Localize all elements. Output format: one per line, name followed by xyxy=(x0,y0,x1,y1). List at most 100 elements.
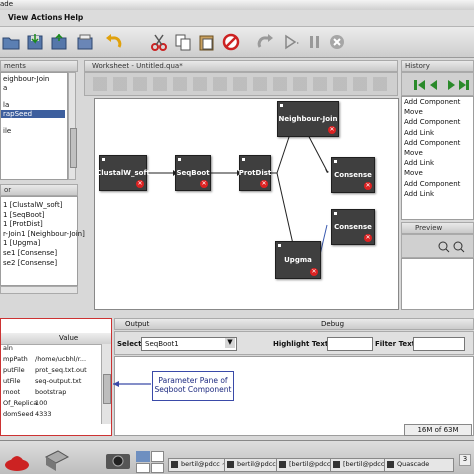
params-row[interactable]: aln xyxy=(1,344,101,353)
node-remove-icon[interactable]: ✕ xyxy=(364,182,372,190)
open-button[interactable] xyxy=(0,31,22,53)
worksheet-tool-icons[interactable] xyxy=(93,77,393,91)
worksheet-canvas[interactable]: ClustalW_soft ✕ SeqBoot ✕ ProtDist ✕ Nei… xyxy=(94,98,399,310)
param-value[interactable]: bootstrap xyxy=(35,388,66,396)
param-value[interactable]: /home/ucbhl/r... xyxy=(35,355,86,363)
editor-component-list[interactable]: 1 [ClustalW_soft] 1 [SeqBoot] 1 [ProtDist]… xyxy=(0,196,85,286)
node-seqboot[interactable]: SeqBoot ✕ xyxy=(175,155,211,191)
param-value[interactable]: prot_seq.txt.out xyxy=(35,366,87,374)
node-remove-icon[interactable]: ✕ xyxy=(364,234,372,242)
highlight-text-input[interactable] xyxy=(327,337,373,351)
component-item[interactable]: ile xyxy=(3,127,11,135)
node-consense-2[interactable]: Consense ✕ xyxy=(331,209,375,245)
node-remove-icon[interactable]: ✕ xyxy=(328,126,336,134)
save-all-icon xyxy=(77,34,93,50)
history-list[interactable]: Add Component Move Add Component Add Link Ad… xyxy=(401,96,474,220)
pause-button[interactable] xyxy=(304,31,326,53)
history-item[interactable]: Add Component xyxy=(404,98,460,106)
params-row[interactable]: putFile prot_seq.txt.out xyxy=(1,366,101,375)
node-clustalw[interactable]: ClustalW_soft ✕ xyxy=(96,155,150,191)
component-item[interactable]: a xyxy=(3,84,7,92)
parameter-pane: Value aln mpPath/home/ucbhl/r... putFile pr… xyxy=(0,318,112,436)
redhat-icon[interactable] xyxy=(4,447,30,473)
node-neighbour-join[interactable]: Neighbour-Join ✕ xyxy=(277,101,339,137)
params-row[interactable]: utFile seq-output.txt xyxy=(1,377,101,386)
menu-actions[interactable]: Actions xyxy=(31,13,62,22)
node-remove-icon[interactable]: ✕ xyxy=(200,180,208,188)
components-scrollbar[interactable] xyxy=(68,72,77,180)
editor-item[interactable]: se2 [Consense] xyxy=(3,259,57,267)
camera-icon[interactable] xyxy=(104,449,132,471)
export-button[interactable] xyxy=(48,31,70,53)
workspace-counter[interactable]: 3 xyxy=(459,454,471,466)
copy-button[interactable] xyxy=(172,31,194,53)
editor-item[interactable]: r-Join1 [Neighbour-Join] xyxy=(3,230,85,238)
component-item[interactable]: la xyxy=(3,101,9,109)
save-button[interactable] xyxy=(24,31,46,53)
node-label: ProtDist xyxy=(238,169,272,177)
param-value[interactable]: seq-output.txt xyxy=(35,377,81,385)
param-value[interactable]: 4333 xyxy=(35,410,52,418)
undo-button[interactable] xyxy=(103,31,125,53)
editor-item[interactable]: se1 [Consense] xyxy=(3,249,57,257)
zoom-icons[interactable] xyxy=(438,241,472,253)
params-row[interactable]: mpPath/home/ucbhl/r... xyxy=(1,355,101,364)
tab-debug[interactable]: Debug xyxy=(321,320,344,328)
workspace-switcher[interactable] xyxy=(136,451,164,473)
node-port xyxy=(242,158,245,161)
history-header: History xyxy=(401,60,474,72)
cut-button[interactable] xyxy=(148,31,170,53)
taskbar-window-button[interactable]: Quascade xyxy=(384,458,454,472)
tab-output[interactable]: Output xyxy=(125,320,149,328)
node-protdist[interactable]: ProtDist ✕ xyxy=(239,155,271,191)
history-item[interactable]: Add Link xyxy=(404,159,434,167)
history-item[interactable]: Add Component xyxy=(404,139,460,147)
save-icon xyxy=(27,34,43,50)
paste-button[interactable] xyxy=(196,31,218,53)
run-button[interactable] xyxy=(280,31,302,53)
history-item[interactable]: Move xyxy=(404,169,423,177)
stop-button[interactable] xyxy=(220,31,242,53)
history-nav-icons[interactable] xyxy=(414,79,470,91)
editor-hscrollbar[interactable] xyxy=(0,286,78,294)
node-consense-1[interactable]: Consense ✕ xyxy=(331,157,375,193)
worksheet-title: Worksheet - Untitled.qua* xyxy=(92,62,183,70)
redo-button[interactable] xyxy=(254,31,276,53)
editor-item[interactable]: 1 [ClustalW_soft] xyxy=(3,201,62,209)
params-row[interactable]: Of_Replica 100 xyxy=(1,399,101,408)
scrollbar-thumb[interactable] xyxy=(103,374,111,404)
worksheet-toolbar xyxy=(84,72,398,96)
filter-text-input[interactable] xyxy=(413,337,465,351)
history-item[interactable]: Add Component xyxy=(404,180,460,188)
editor-item[interactable]: 1 [ProtDist] xyxy=(3,220,43,228)
cut-icon xyxy=(151,34,167,51)
history-item[interactable]: Add Link xyxy=(404,129,434,137)
component-item[interactable]: eighbour-Join xyxy=(3,75,49,83)
chevron-down-icon[interactable]: ▼ xyxy=(225,338,235,348)
components-list[interactable]: eighbour-Join a la rapSeed ile xyxy=(0,72,68,180)
params-row[interactable]: rnoot bootstrap xyxy=(1,388,101,397)
terminal-icon[interactable] xyxy=(44,449,70,471)
param-value[interactable]: 100 xyxy=(35,399,47,407)
scrollbar-thumb[interactable] xyxy=(70,128,77,168)
select-component-dropdown[interactable]: SeqBoot1 ▼ xyxy=(141,337,237,351)
params-scrollbar[interactable] xyxy=(101,344,111,424)
history-item[interactable]: Add Link xyxy=(404,190,434,198)
menu-view[interactable]: View xyxy=(8,13,28,22)
cancel-button[interactable] xyxy=(326,31,348,53)
component-item[interactable]: rapSeed xyxy=(1,109,65,118)
node-upgma[interactable]: Upgma ✕ xyxy=(275,241,321,279)
menu-help[interactable]: Help xyxy=(64,13,83,22)
node-remove-icon[interactable]: ✕ xyxy=(310,268,318,276)
node-remove-icon[interactable]: ✕ xyxy=(260,180,268,188)
editor-item[interactable]: 1 [SeqBoot] xyxy=(3,211,44,219)
save-all-button[interactable] xyxy=(74,31,96,53)
history-item[interactable]: Move xyxy=(404,149,423,157)
param-name: utFile xyxy=(3,377,21,385)
history-item[interactable]: Add Component xyxy=(404,118,460,126)
history-item[interactable]: Move xyxy=(404,108,423,116)
node-remove-icon[interactable]: ✕ xyxy=(136,180,144,188)
cancel-icon xyxy=(330,35,344,49)
editor-item[interactable]: 1 [Upgma] xyxy=(3,239,40,247)
params-row[interactable]: domSeed 4333 xyxy=(1,410,101,419)
